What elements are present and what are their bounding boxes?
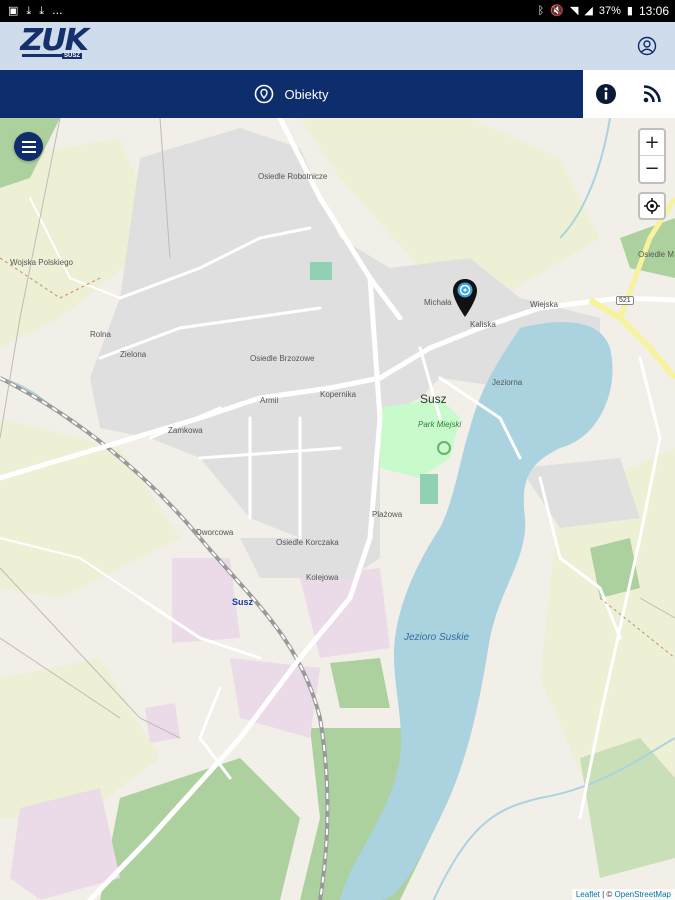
label-osiedle-robotnicze: Osiedle Robotnicze [258,172,328,181]
status-right: ᛒ 🔇 ◥ ◢ 37% ▮ 13:06 [538,3,669,19]
label-susz-town: Susz [420,392,447,406]
label-osiedle-brzozowe: Osiedle Brzozowe [250,354,315,363]
app-header: ZUK SUSZ [0,22,675,70]
label-kaliska: Kaliska [470,320,496,329]
locate-button[interactable] [638,192,666,220]
download-icon: ⤓ [26,4,32,17]
logo-subtext: SUSZ [62,53,83,59]
map-tiles[interactable] [0,118,675,900]
tab-obiekty-label: Obiekty [284,86,329,102]
zuk-logo: ZUK SUSZ [20,23,89,61]
label-zielona: Zielona [120,350,147,359]
zoom-out-button[interactable]: − [640,156,664,182]
label-osiedle-m: Osiedle M [638,250,675,259]
label-park-miejski: Park Miejski [418,420,462,429]
label-route-521: 521 [616,296,634,305]
label-jezioro-suskie: Jezioro Suskie [404,632,470,643]
more-icon: ... [52,4,63,17]
label-dworcowa: Dworcowa [196,528,234,537]
label-rolna: Rolna [90,330,111,339]
info-icon[interactable] [594,82,618,106]
label-kopernika: Kopernika [320,390,357,399]
leaflet-link[interactable]: Leaflet [576,890,600,899]
clock: 13:06 [638,4,669,18]
mute-icon: 🔇 [550,4,564,17]
label-wiejska: Wiejska [530,300,559,309]
zoom-control: + − [638,128,666,184]
label-plazowa: Plażowa [372,510,403,519]
crosshair-icon [644,198,660,214]
rss-icon[interactable] [640,82,664,106]
osm-link[interactable]: OpenStreetMap [615,890,671,899]
label-michala: Michała [424,298,452,307]
wifi-icon: ◥ [569,4,579,17]
tab-obiekty[interactable]: Obiekty [0,70,583,118]
map-view[interactable]: Osiedle Robotnicze Osiedle Brzozowe Osie… [0,118,675,900]
location-pin-icon [255,84,274,104]
battery-icon: ▮ [626,4,633,17]
label-zamkowa: Zamkowa [168,426,203,435]
attribution-separator: | © [599,890,615,899]
map-attribution: Leaflet | © OpenStreetMap [571,889,675,900]
menu-button[interactable] [14,132,43,161]
label-susz-station: Susz [232,597,254,607]
signal-icon: ◢ [584,4,593,17]
label-armii: Armii [260,396,279,405]
label-jeziorna: Jeziorna [492,378,523,387]
account-icon[interactable] [637,36,657,56]
download-icon: ⤓ [39,4,45,17]
label-wojska-polskiego: Wojska Polskiego [10,258,73,267]
image-icon: ▣ [8,4,19,17]
hamburger-icon [21,140,36,153]
label-osiedle-korczaka: Osiedle Korczaka [276,538,339,547]
battery-percent: 37% [598,5,621,17]
location-marker-icon[interactable] [452,278,478,318]
status-bar: ▣ ⤓ ⤓ ... ᛒ 🔇 ◥ ◢ 37% ▮ 13:06 [0,0,675,22]
label-kolejowa: Kolejowa [306,573,339,582]
bluetooth-icon: ᛒ [537,4,545,17]
status-left: ▣ ⤓ ⤓ ... [8,3,63,19]
tab-bar: Obiekty [0,70,675,118]
zoom-in-button[interactable]: + [640,130,664,156]
